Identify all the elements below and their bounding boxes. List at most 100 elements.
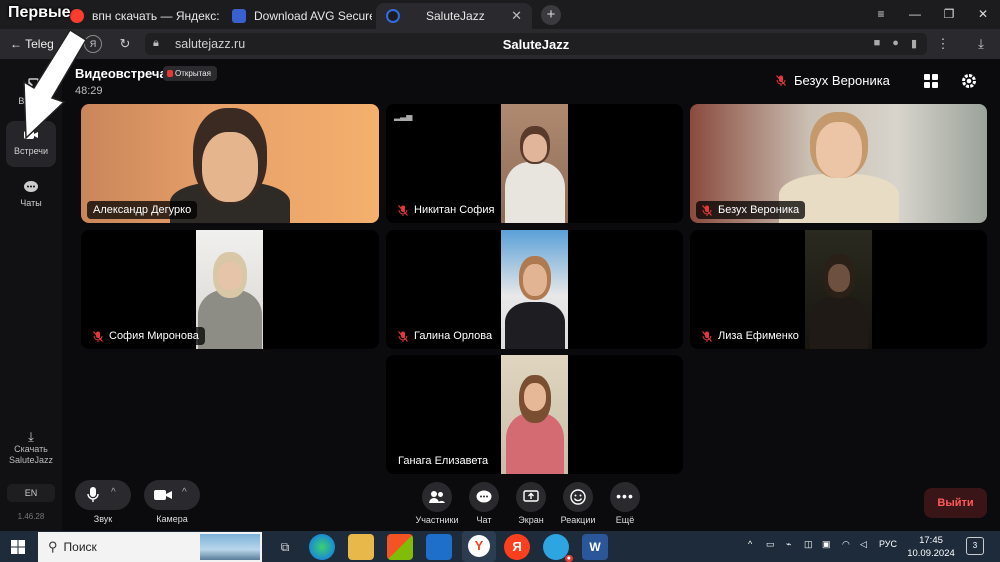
- input-language[interactable]: РУС: [879, 539, 897, 549]
- edge-icon[interactable]: [309, 534, 335, 560]
- person-face: [217, 262, 242, 290]
- participant-tile-7[interactable]: Ганага Елизавета: [386, 355, 683, 474]
- mic-off-icon: [702, 330, 712, 342]
- mic-off-icon: [702, 204, 712, 216]
- participant-name-label: Никитан София: [392, 201, 501, 219]
- clock-date: 10.09.2024: [907, 548, 955, 559]
- mic-permission-icon[interactable]: ●: [892, 37, 899, 50]
- participant-tile-4[interactable]: София Миронова: [81, 230, 379, 349]
- meeting-status-badge: Открытая: [163, 66, 217, 81]
- active-speaker-name: Безух Вероника: [794, 73, 890, 88]
- chat-icon: [24, 181, 38, 192]
- mic-off-icon: [776, 75, 786, 86]
- more-button[interactable]: •••: [610, 482, 640, 512]
- tray-battery-icon: ▭: [766, 539, 775, 549]
- page-title: SaluteJazz: [502, 37, 570, 52]
- taskbar-search[interactable]: ⚲ Поиск: [38, 532, 262, 562]
- file-explorer-icon[interactable]: [348, 534, 374, 560]
- participant-tile-1[interactable]: Александр Дегурко: [81, 104, 379, 223]
- telegram-icon[interactable]: ●: [543, 534, 573, 562]
- reactions-button[interactable]: [563, 482, 593, 512]
- participant-tile-2[interactable]: ▂▃▅ Никитан София: [386, 104, 683, 223]
- participant-tile-5[interactable]: Галина Орлова: [386, 230, 683, 349]
- reload-icon[interactable]: ↻: [116, 35, 134, 53]
- participant-video: [501, 230, 568, 349]
- minimize-icon[interactable]: —: [898, 0, 932, 29]
- menu-icon[interactable]: ≡: [864, 0, 898, 29]
- participants-label: Участники: [415, 515, 459, 525]
- search-highlight-image: [200, 534, 260, 560]
- downloads-icon[interactable]: ⤓: [972, 35, 990, 53]
- chevron-up-icon[interactable]: ^: [111, 487, 116, 498]
- participant-name-label: София Миронова: [87, 327, 205, 345]
- tab-label: впн скачать — Яндекс: на: [92, 9, 220, 23]
- taskbar-clock[interactable]: 17:45 10.09.2024: [906, 534, 956, 560]
- chat-button[interactable]: [469, 482, 499, 512]
- participant-name-label: Галина Орлова: [392, 327, 499, 345]
- volume-icon[interactable]: ◁: [860, 539, 867, 550]
- url-box[interactable]: 🔒︎ salutejazz.ru SaluteJazz ■ ● ▮: [145, 33, 927, 55]
- address-bar: ← Teleg Я ↻ 🔒︎ salutejazz.ru SaluteJazz …: [0, 29, 1000, 59]
- avg-favicon-icon: [232, 9, 246, 23]
- yandex-browser-icon[interactable]: Y: [462, 531, 496, 562]
- tray-usb-icon: ⌁: [786, 539, 792, 549]
- camera-label: Камера: [156, 514, 188, 524]
- microphone-icon: [87, 487, 99, 502]
- sidebar-item-chats[interactable]: Чаты: [6, 173, 56, 219]
- leave-button[interactable]: Выйти: [924, 488, 987, 518]
- person-face: [522, 134, 547, 162]
- mic-off-icon: [93, 330, 103, 342]
- notification-count: 3: [972, 541, 978, 550]
- smile-icon: [570, 489, 586, 505]
- browser-tab-avg[interactable]: Download AVG Secure VP: [222, 3, 372, 29]
- windows-start-icon[interactable]: [11, 540, 25, 554]
- person-body: [504, 162, 565, 223]
- participant-tile-3[interactable]: Безух Вероника: [690, 104, 987, 223]
- close-window-icon[interactable]: ✕: [966, 0, 1000, 29]
- chevron-up-icon[interactable]: ^: [182, 487, 187, 498]
- word-icon[interactable]: W: [582, 534, 608, 560]
- clock-time: 17:45: [919, 535, 943, 546]
- new-tab-button[interactable]: +: [541, 5, 561, 25]
- store-icon[interactable]: [387, 534, 413, 560]
- more-label: Ещё: [615, 515, 635, 525]
- notification-center-icon[interactable]: 3: [966, 537, 984, 555]
- participant-tile-6[interactable]: Лиза Ефименко: [690, 230, 987, 349]
- active-speaker: Безух Вероника: [776, 73, 890, 88]
- download-icon: ⤓: [28, 429, 34, 444]
- participant-name: Галина Орлова: [414, 330, 493, 342]
- participant-video: [196, 230, 263, 349]
- people-icon: [429, 491, 445, 503]
- tray-chevron-icon[interactable]: ^: [748, 539, 752, 549]
- task-view-icon[interactable]: ⧉: [272, 534, 298, 560]
- settings-gear-icon[interactable]: [960, 72, 978, 90]
- person-face: [815, 122, 862, 178]
- download-app-link[interactable]: ⤓ Скачать SaluteJazz: [4, 429, 58, 466]
- grid-layout-icon[interactable]: [922, 72, 940, 90]
- participant-name: Александр Дегурко: [93, 204, 192, 216]
- more-vertical-icon[interactable]: ⋮: [934, 35, 952, 53]
- camera-permission-icon[interactable]: ■: [874, 37, 881, 50]
- bookmark-icon[interactable]: ▮: [911, 37, 917, 50]
- yandex-app-icon[interactable]: Я: [504, 534, 530, 560]
- mail-icon[interactable]: [426, 534, 452, 560]
- signal-strength-icon: ▂▃▅: [394, 112, 413, 121]
- participant-name: Никитан София: [414, 204, 495, 216]
- screen-share-button[interactable]: [516, 482, 546, 512]
- browser-tab-salutejazz[interactable]: SaluteJazz ✕: [376, 3, 532, 29]
- sound-control[interactable]: ^: [75, 480, 131, 510]
- sidebar-item-label: Встречи: [13, 146, 49, 156]
- close-tab-icon[interactable]: ✕: [511, 8, 522, 24]
- camera-control[interactable]: ^: [144, 480, 200, 510]
- participants-button[interactable]: [422, 482, 452, 512]
- restore-icon[interactable]: ❐: [932, 0, 966, 29]
- url-text: salutejazz.ru: [175, 37, 246, 51]
- window-controls: ≡ — ❐ ✕: [864, 0, 1000, 29]
- participant-name-label: Александр Дегурко: [87, 201, 198, 219]
- download-label-1: Скачать: [14, 444, 48, 454]
- wifi-icon[interactable]: ◠: [842, 539, 850, 550]
- overlay-caption: Первые: [8, 4, 71, 21]
- language-switch[interactable]: EN: [7, 484, 55, 502]
- screen: впн скачать — Яндекс: на Download AVG Se…: [0, 0, 1000, 562]
- screen-label: Экран: [518, 515, 544, 525]
